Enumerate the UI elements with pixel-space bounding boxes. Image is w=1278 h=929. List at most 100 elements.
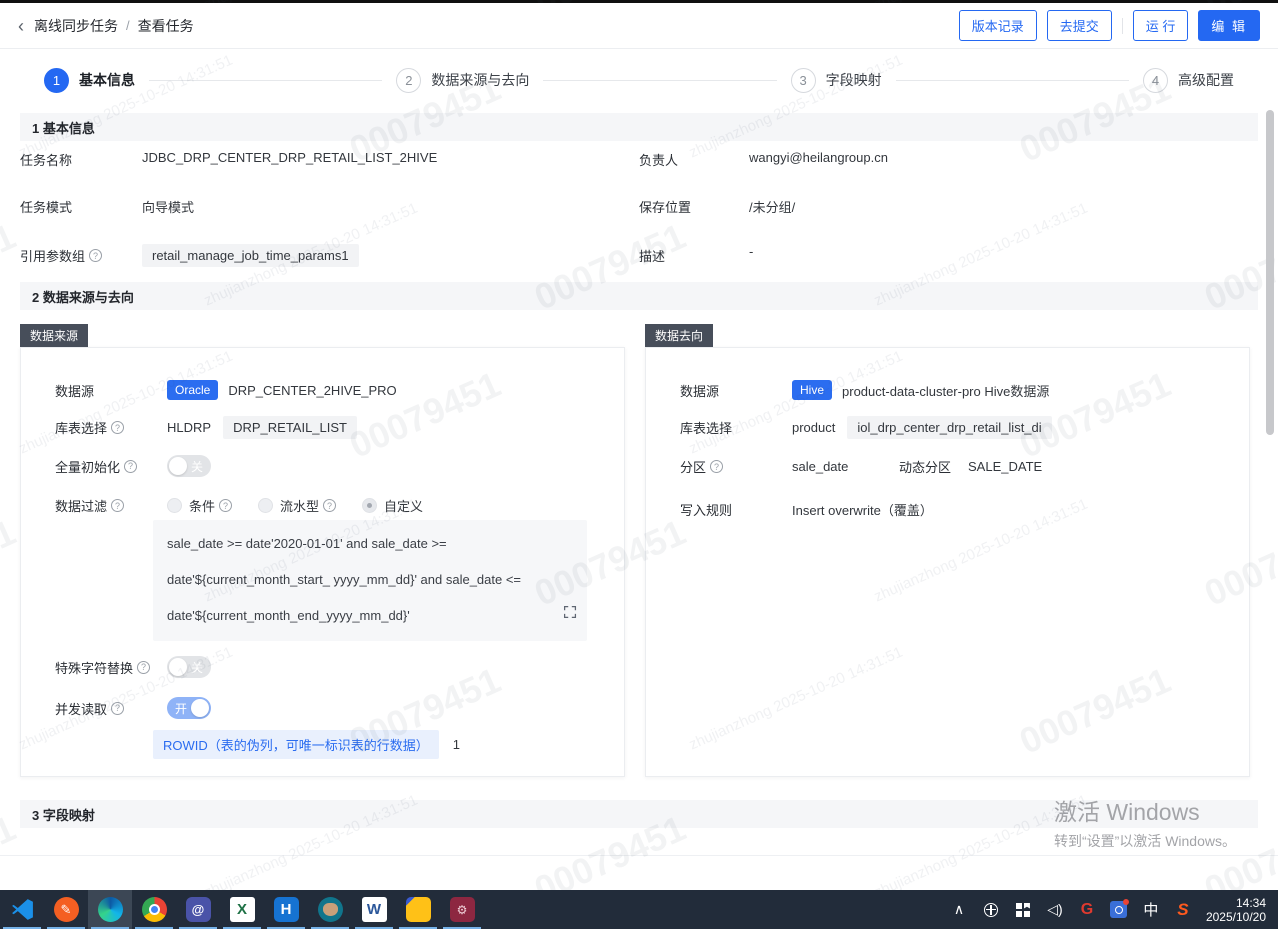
tray-chevron-up-icon[interactable]: ∧ — [950, 901, 968, 919]
full-init-row: 全量初始化 ? 关 — [55, 455, 615, 477]
target-panel: 数据源 Hive product-data-cluster-pro Hive数据… — [645, 347, 1250, 777]
step-advanced-config[interactable]: 4 高级配置 — [1143, 68, 1234, 93]
save-location-value: /未分组/ — [749, 197, 795, 216]
tray-app-grid-icon[interactable] — [1014, 901, 1032, 919]
write-rule-value: Insert overwrite（覆盖） — [792, 500, 933, 519]
toggle-knob — [191, 699, 209, 717]
full-init-toggle[interactable]: 关 — [167, 455, 211, 477]
taskbar-apps: ✎ @ X H W ⚙ — [0, 890, 484, 929]
taskbar-blue-h-app-icon[interactable]: H — [264, 890, 308, 929]
help-icon[interactable]: ? — [137, 661, 150, 674]
help-icon[interactable]: ? — [710, 460, 723, 473]
rowid-row: ROWID（表的伪列，可唯一标识表的行数据） 1 — [153, 730, 613, 759]
taskbar-at-app-icon[interactable]: @ — [176, 890, 220, 929]
radio-custom[interactable]: 自定义 — [362, 496, 423, 515]
help-icon[interactable]: ? — [111, 702, 124, 715]
target-datasource-row: 数据源 Hive product-data-cluster-pro Hive数据… — [680, 380, 1240, 400]
tray-notification-app-icon[interactable] — [1110, 901, 1128, 919]
radio-dot — [362, 498, 377, 513]
step-1-circle[interactable]: 1 — [44, 68, 69, 93]
write-rule-row: 写入规则 Insert overwrite（覆盖） — [680, 500, 1240, 519]
step-source-target[interactable]: 2 数据来源与去向 — [396, 68, 529, 93]
help-icon[interactable]: ? — [124, 460, 137, 473]
data-filter-label-text: 数据过滤 — [55, 496, 107, 515]
taskbar-pencil-app-icon[interactable]: ✎ — [44, 890, 88, 929]
radio-condition[interactable]: 条件 ? — [167, 496, 232, 515]
tray-volume-icon[interactable]: ◁) — [1046, 901, 1064, 919]
tray-ime-indicator[interactable]: 中 — [1142, 901, 1160, 919]
edit-button[interactable]: 编 辑 — [1198, 10, 1260, 41]
oracle-badge: Oracle — [167, 380, 218, 400]
submit-button[interactable]: 去提交 — [1047, 10, 1112, 41]
special-char-label-text: 特殊字符替换 — [55, 658, 133, 677]
radio-condition-text: 条件 — [189, 496, 215, 515]
vertical-scrollbar-thumb[interactable] — [1266, 110, 1274, 435]
version-history-button[interactable]: 版本记录 — [959, 10, 1037, 41]
concurrent-read-toggle[interactable]: 开 — [167, 697, 211, 719]
data-filter-label: 数据过滤 ? — [55, 496, 167, 515]
help-icon[interactable]: ? — [111, 499, 124, 512]
task-name-label: 任务名称 — [20, 150, 142, 169]
wizard-stepper: 1 基本信息 2 数据来源与去向 3 字段映射 4 高级配置 — [0, 49, 1278, 111]
owner-label: 负责人 — [639, 150, 749, 169]
taskbar-chrome-icon[interactable] — [132, 890, 176, 929]
dynamic-partition-label: 动态分区 — [899, 457, 968, 476]
help-icon[interactable]: ? — [111, 421, 124, 434]
taskbar-dbeaver-icon[interactable] — [308, 890, 352, 929]
back-icon[interactable]: ‹ — [18, 17, 24, 35]
step-basic-info[interactable]: 1 基本信息 — [44, 68, 135, 93]
field-save-location: 保存位置 /未分组/ — [639, 197, 1258, 216]
help-icon[interactable]: ? — [89, 249, 102, 262]
taskbar-word-icon[interactable]: W — [352, 890, 396, 929]
taskbar-vscode-icon[interactable] — [0, 890, 44, 929]
tray-sogou-icon[interactable]: S — [1174, 901, 1192, 919]
concurrent-read-label-text: 并发读取 — [55, 699, 107, 718]
target-table-chip[interactable]: iol_drp_center_drp_retail_list_di — [847, 416, 1051, 439]
taskbar-edge-icon[interactable] — [88, 890, 132, 929]
taskbar-foxmail-icon[interactable] — [396, 890, 440, 929]
param-group-label: 引用参数组 ? — [20, 244, 142, 267]
page-header: ‹ 离线同步任务 / 查看任务 版本记录 去提交 运 行 编 辑 — [0, 3, 1278, 49]
target-datasource-value: product-data-cluster-pro Hive数据源 — [842, 381, 1049, 400]
step-connector — [543, 80, 776, 81]
radio-stream[interactable]: 流水型 ? — [258, 496, 336, 515]
toggle-state-text: 开 — [175, 700, 187, 717]
partition-field-value: sale_date — [792, 459, 899, 474]
step-4-circle[interactable]: 4 — [1143, 68, 1168, 93]
source-table-chip[interactable]: DRP_RETAIL_LIST — [223, 416, 357, 439]
toggle-state-text: 关 — [191, 458, 203, 475]
step-field-mapping[interactable]: 3 字段映射 — [791, 68, 882, 93]
target-panel-tab: 数据去向 — [645, 324, 713, 347]
taskbar-excel-icon[interactable]: X — [220, 890, 264, 929]
special-char-toggle[interactable]: 关 — [167, 656, 211, 678]
rowid-select[interactable]: ROWID（表的伪列，可唯一标识表的行数据） — [153, 730, 439, 759]
breadcrumb-current: 查看任务 — [138, 16, 194, 36]
description-value: - — [749, 244, 753, 267]
tray-g-app-icon[interactable]: G — [1078, 901, 1096, 919]
partition-row: 分区 ? sale_date 动态分区 SALE_DATE — [680, 457, 1240, 476]
step-2-circle[interactable]: 2 — [396, 68, 421, 93]
field-task-mode: 任务模式 向导模式 — [20, 197, 639, 216]
full-init-label-text: 全量初始化 — [55, 457, 120, 476]
taskbar-clock[interactable]: 14:34 2025/10/20 — [1206, 896, 1266, 924]
help-icon[interactable]: ? — [323, 499, 336, 512]
taskbar-database-tool-icon[interactable]: ⚙ — [440, 890, 484, 929]
step-3-circle[interactable]: 3 — [791, 68, 816, 93]
partition-label: 分区 ? — [680, 457, 792, 476]
breadcrumb: ‹ 离线同步任务 / 查看任务 — [18, 16, 194, 36]
breadcrumb-root[interactable]: 离线同步任务 — [34, 16, 118, 36]
taskbar-tray: ∧ ◁) G 中 S 14:34 2025/10/20 — [950, 890, 1278, 929]
help-icon[interactable]: ? — [219, 499, 232, 512]
basic-info-form: 任务名称 JDBC_DRP_CENTER_DRP_RETAIL_LIST_2HI… — [20, 150, 1258, 295]
run-button[interactable]: 运 行 — [1133, 10, 1189, 41]
description-label: 描述 — [639, 244, 749, 267]
radio-dot — [167, 498, 182, 513]
custom-filter-textarea[interactable]: sale_date >= date'2020-01-01' and sale_d… — [153, 520, 587, 641]
field-owner: 负责人 wangyi@heilangroup.cn — [639, 150, 1258, 169]
filter-sql-text: sale_date >= date'2020-01-01' and sale_d… — [167, 536, 521, 623]
expand-icon[interactable] — [563, 597, 577, 633]
param-group-chip[interactable]: retail_manage_job_time_params1 — [142, 244, 359, 267]
target-db-name: product — [792, 420, 835, 435]
tray-network-icon[interactable] — [982, 901, 1000, 919]
special-char-row: 特殊字符替换 ? 关 — [55, 656, 615, 678]
